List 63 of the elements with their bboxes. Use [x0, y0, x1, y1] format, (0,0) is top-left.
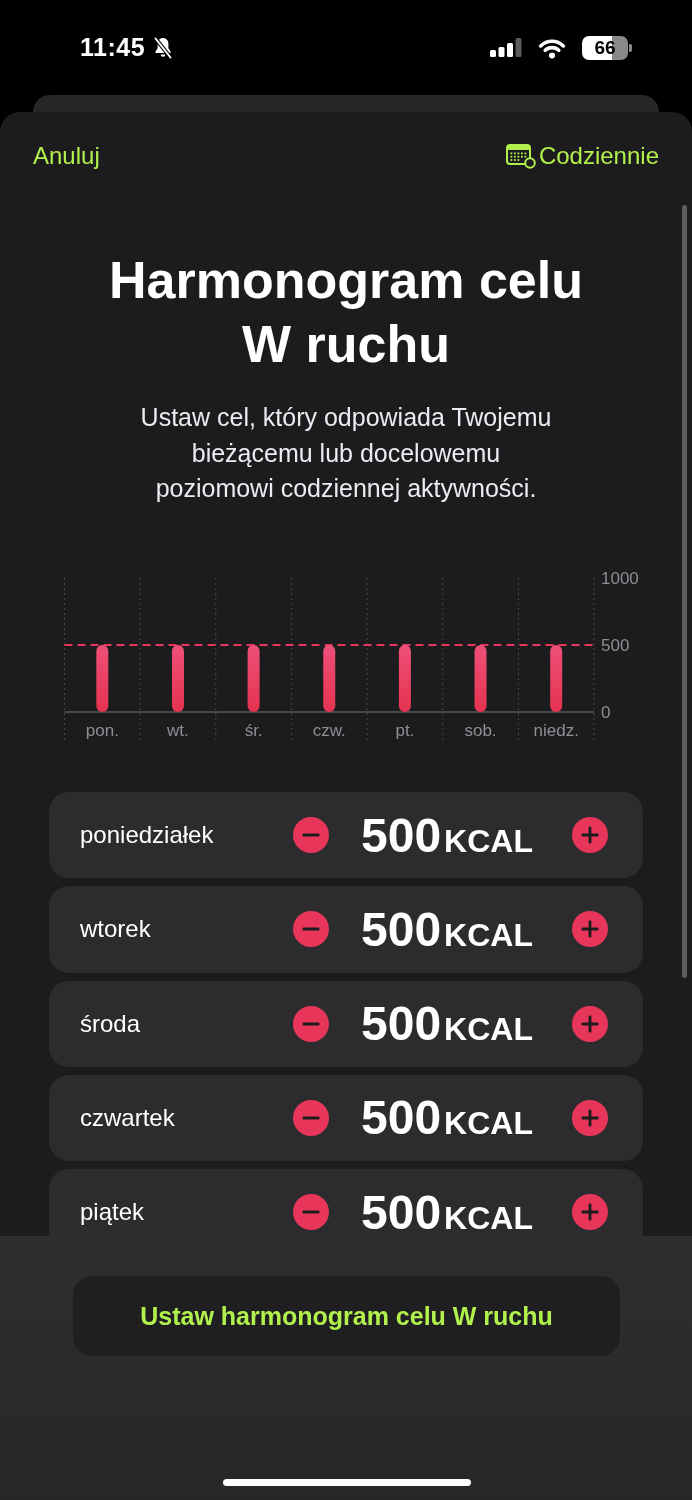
- minus-icon: [293, 911, 329, 948]
- increase-button[interactable]: [572, 1005, 608, 1042]
- signal-icon: [490, 38, 522, 57]
- unit-label: KCAL: [444, 1011, 533, 1049]
- decrease-button[interactable]: [293, 1194, 329, 1231]
- bar: [323, 645, 336, 712]
- plus-icon: [572, 1194, 608, 1231]
- battery-indicator: 66: [582, 35, 632, 60]
- bar: [171, 645, 184, 712]
- minus-icon: [293, 1194, 329, 1231]
- description-text: Ustaw cel, który odpowiada Twojemu bieżącemu lub docelowemu poziomowi codziennej aktywności.: [139, 402, 553, 504]
- bar: [247, 645, 260, 712]
- page-title: Harmonogram celu W ruchu: [108, 250, 584, 375]
- y-axis-label: 500: [601, 636, 630, 655]
- x-axis-label: czw.: [312, 721, 346, 740]
- plus-icon: [572, 1099, 608, 1136]
- bell-slash-icon: [152, 35, 175, 60]
- goal-value: 500: [361, 807, 442, 863]
- day-label: czwartek: [80, 1103, 176, 1132]
- unit-label: KCAL: [444, 1199, 533, 1236]
- y-axis-label: 0: [601, 703, 611, 722]
- goal-value: 500: [361, 1090, 442, 1146]
- decrease-button[interactable]: [293, 1005, 329, 1042]
- minus-icon: [293, 817, 329, 854]
- day-label: środa: [80, 1009, 142, 1038]
- decrease-button[interactable]: [293, 1099, 329, 1136]
- bar: [398, 645, 411, 712]
- wifi-icon: [537, 36, 567, 59]
- x-axis-label: sob.: [464, 721, 497, 740]
- increase-button[interactable]: [572, 911, 608, 948]
- bar: [550, 645, 563, 712]
- x-axis-label: wt.: [167, 721, 189, 740]
- plus-icon: [572, 1005, 608, 1042]
- unit-label: KCAL: [444, 822, 533, 860]
- y-axis-label: 1000: [601, 569, 639, 588]
- increase-button[interactable]: [572, 1099, 608, 1136]
- x-axis-label: niedz.: [533, 721, 579, 740]
- day-label: wtorek: [80, 915, 152, 944]
- increase-button[interactable]: [572, 817, 608, 854]
- goal-value: 500: [361, 1184, 442, 1236]
- increase-button[interactable]: [572, 1194, 608, 1231]
- minus-icon: [293, 1005, 329, 1042]
- plus-icon: [572, 911, 608, 948]
- decrease-button[interactable]: [293, 911, 329, 948]
- bar: [96, 645, 109, 712]
- set-schedule-button[interactable]: Ustaw harmonogram celu W ruchu: [73, 1276, 620, 1356]
- x-axis-label: śr.: [244, 721, 263, 740]
- unit-label: KCAL: [444, 1105, 533, 1143]
- clock-time: 11:45: [80, 33, 146, 62]
- goal-value: 500: [361, 901, 442, 957]
- day-label: poniedziałek: [80, 821, 215, 850]
- day-label: piątek: [80, 1198, 146, 1227]
- decrease-button[interactable]: [293, 817, 329, 854]
- minus-icon: [293, 1099, 329, 1136]
- x-axis-label: pon.: [85, 721, 119, 740]
- cancel-button[interactable]: Anuluj: [33, 142, 100, 170]
- goal-value: 500: [361, 996, 442, 1052]
- calendar-clock-icon: [505, 143, 536, 169]
- unit-label: KCAL: [444, 916, 533, 954]
- frequency-button[interactable]: Codziennie: [505, 142, 659, 170]
- x-axis-label: pt.: [395, 721, 415, 740]
- bar: [474, 645, 487, 712]
- plus-icon: [572, 817, 608, 854]
